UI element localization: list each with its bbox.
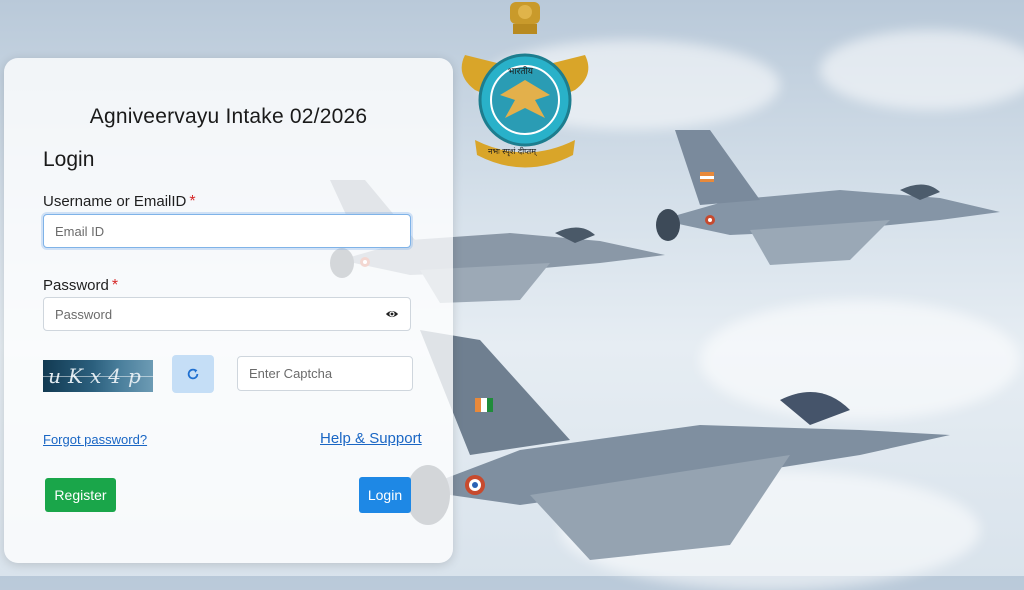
cloud	[820, 30, 1024, 110]
required-mark: *	[111, 277, 119, 294]
required-mark: *	[189, 193, 196, 210]
login-heading: Login	[43, 148, 95, 171]
password-label: Password *	[43, 277, 118, 295]
username-input[interactable]	[43, 214, 411, 248]
page-title: Agniveervayu Intake 02/2026	[89, 105, 368, 128]
login-card: Agniveervayu Intake 02/2026 Login Userna…	[4, 58, 453, 563]
captcha-refresh-button[interactable]	[172, 355, 214, 393]
emblem-motto-text: नभः स्पृशं दीप्तम्	[488, 147, 536, 156]
refresh-icon	[187, 368, 199, 380]
help-support-link[interactable]: Help & Support	[320, 430, 422, 447]
username-label-text: Username or EmailID	[43, 193, 187, 210]
username-label: Username or EmailID *	[43, 193, 196, 211]
fighter-jet-bottom	[406, 330, 950, 560]
password-label-text: Password	[43, 277, 109, 294]
forgot-password-link[interactable]: Forgot password?	[43, 432, 147, 447]
emblem-top-text: भारतीय	[508, 67, 534, 77]
login-button[interactable]: Login	[359, 477, 411, 513]
captcha-input[interactable]	[237, 356, 413, 391]
register-button[interactable]: Register	[45, 478, 116, 512]
eye-icon[interactable]	[385, 307, 399, 321]
captcha-image: uKx4p	[43, 360, 153, 392]
password-input[interactable]	[43, 297, 411, 331]
fighter-jet-top-right	[656, 130, 1000, 265]
